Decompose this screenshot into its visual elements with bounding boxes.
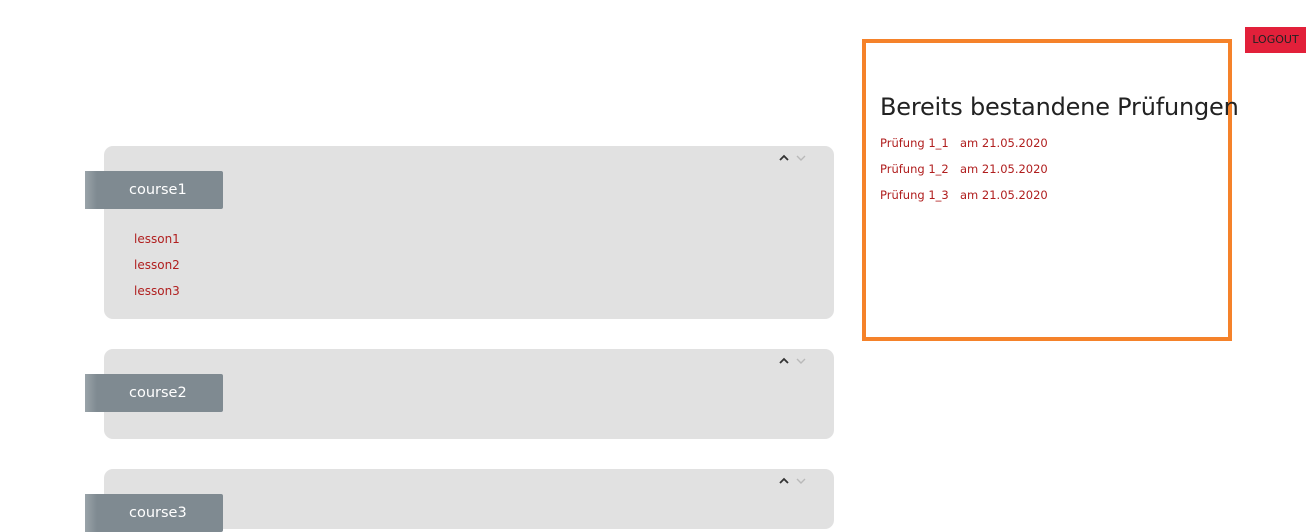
lesson-list: lesson1 lesson2 lesson3 [134, 226, 180, 304]
exam-item: Prüfung 1_2 am 21.05.2020 [880, 156, 1048, 182]
exam-date: am 21.05.2020 [960, 188, 1048, 202]
chevron-down-icon[interactable] [796, 153, 806, 163]
exam-date: am 21.05.2020 [960, 136, 1048, 150]
exam-item: Prüfung 1_3 am 21.05.2020 [880, 182, 1048, 208]
course-card: course1 lesson1 lesson2 lesson3 [85, 146, 834, 319]
lesson-link[interactable]: lesson1 [134, 226, 180, 252]
lesson-link[interactable]: lesson2 [134, 252, 180, 278]
course-card: course2 [85, 349, 834, 439]
exam-link[interactable]: Prüfung 1_1 [880, 130, 960, 156]
exam-item: Prüfung 1_1 am 21.05.2020 [880, 130, 1048, 156]
chevron-up-icon[interactable] [779, 153, 789, 163]
course-tab[interactable]: course2 [85, 374, 223, 412]
course-tab[interactable]: course3 [85, 494, 223, 532]
chevron-up-icon[interactable] [779, 476, 789, 486]
chevron-down-icon[interactable] [796, 356, 806, 366]
exam-link[interactable]: Prüfung 1_2 [880, 156, 960, 182]
lesson-link[interactable]: lesson3 [134, 278, 180, 304]
chevron-up-icon[interactable] [779, 356, 789, 366]
course-card: course3 [85, 469, 834, 532]
chevron-down-icon[interactable] [796, 476, 806, 486]
course-tab[interactable]: course1 [85, 171, 223, 209]
panel-title: Bereits bestandene Prüfungen [880, 93, 1239, 121]
card-controls [779, 356, 806, 366]
exam-date: am 21.05.2020 [960, 162, 1048, 176]
card-controls [779, 153, 806, 163]
exam-link[interactable]: Prüfung 1_3 [880, 182, 960, 208]
logout-button[interactable]: LOGOUT [1245, 27, 1306, 53]
exam-list: Prüfung 1_1 am 21.05.2020 Prüfung 1_2 am 2… [880, 130, 1048, 208]
passed-exams-panel: Bereits bestandene Prüfungen Prüfung 1_1… [862, 39, 1239, 341]
card-controls [779, 476, 806, 486]
